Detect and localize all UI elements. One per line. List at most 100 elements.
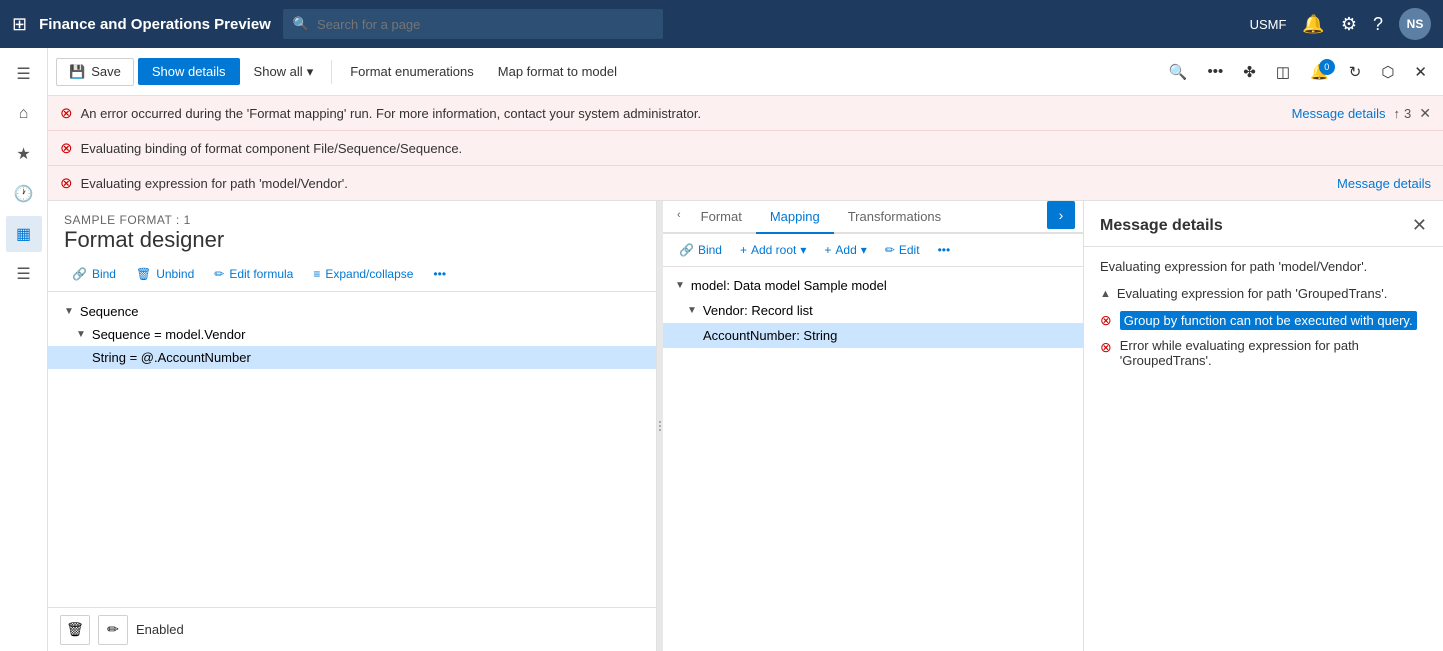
compare-icon[interactable]: ◫ — [1268, 57, 1298, 87]
sidebar-item-menu[interactable]: ☰ — [6, 56, 42, 92]
drag-dots — [659, 421, 661, 431]
sidebar-item-modules[interactable]: ☰ — [6, 256, 42, 292]
help-icon[interactable]: ? — [1373, 14, 1383, 35]
toolbar-icons: 🔍 ••• ✤ ◫ 🔔 0 ↻ ⬡ ✕ — [1161, 57, 1435, 87]
msg-err-icon-1: ⊗ — [1100, 312, 1112, 329]
toolbar-separator-1 — [331, 60, 332, 84]
toolbar: 💾 Save Show details Show all ▾ Format en… — [48, 48, 1443, 96]
error-icon-1: ⊗ — [60, 104, 73, 122]
bind-button[interactable]: 🔗 Bind — [64, 263, 124, 285]
error-bar-1: ⊗ An error occurred during the 'Format m… — [48, 96, 1443, 131]
map-label-model: model: Data model Sample model — [691, 278, 887, 293]
expand-collapse-button[interactable]: ≡ Expand/collapse — [305, 263, 421, 285]
more-map-options[interactable]: ••• — [932, 240, 957, 260]
add-root-button[interactable]: + Add root ▾ — [734, 240, 812, 260]
map-item-vendor[interactable]: ▼ Vendor: Record list — [663, 298, 1083, 323]
plus-icon-root: + — [740, 243, 747, 257]
open-new-icon[interactable]: ⬡ — [1373, 57, 1402, 87]
map-label-vendor: Vendor: Record list — [703, 303, 813, 318]
sidebar-icons: ☰ ⌂ ★ 🕐 ▦ ☰ — [0, 48, 48, 651]
tab-mapping[interactable]: Mapping — [756, 201, 834, 234]
show-details-button[interactable]: Show details — [138, 58, 240, 85]
delete-button[interactable]: 🗑 — [60, 615, 90, 645]
error-count-badge: ↑ 3 — [1394, 106, 1412, 121]
msg-err-text-1: Group by function can not be executed wi… — [1120, 311, 1417, 330]
chevron-root: ▾ — [800, 243, 806, 257]
message-panel: Message details ✕ Evaluating expression … — [1083, 201, 1443, 651]
main-layout: ☰ ⌂ ★ 🕐 ▦ ☰ 💾 Save Show details Show all… — [0, 48, 1443, 651]
notification-count: 0 — [1319, 59, 1335, 75]
message-details-link-1[interactable]: Message details — [1292, 106, 1386, 121]
edit-formula-button[interactable]: ✏ Edit formula — [206, 263, 301, 285]
bell-icon[interactable]: 🔔 — [1302, 14, 1324, 35]
tree-label-string: String = @.AccountNumber — [92, 350, 251, 365]
tree-item-string[interactable]: String = @.AccountNumber — [48, 346, 656, 369]
sidebar-item-favorites[interactable]: ★ — [6, 136, 42, 172]
search-toolbar-icon[interactable]: 🔍 — [1161, 57, 1196, 87]
chevron-add: ▾ — [861, 243, 867, 257]
avatar[interactable]: NS — [1399, 8, 1431, 40]
more-options-icon[interactable]: ••• — [1200, 57, 1232, 86]
tab-transformations[interactable]: Transformations — [834, 201, 955, 234]
sidebar-item-home[interactable]: ⌂ — [6, 96, 42, 132]
tree-arrow-1: ▼ — [76, 329, 86, 340]
mapping-tabs: ‹ Format Mapping Transformations › — [663, 201, 1083, 234]
refresh-icon[interactable]: ↻ — [1341, 57, 1370, 87]
mapping-panel: ‹ Format Mapping Transformations › 🔗 — [663, 201, 1083, 651]
tab-back-arrow[interactable]: ‹ — [671, 201, 687, 232]
unbind-button[interactable]: 🗑 Unbind — [128, 263, 202, 285]
map-format-button[interactable]: Map format to model — [488, 58, 627, 85]
tab-format[interactable]: Format — [687, 201, 756, 234]
app-title: Finance and Operations Preview — [39, 16, 271, 33]
grid-icon[interactable]: ⊞ — [12, 14, 27, 35]
nav-right: USMF 🔔 ⚙ ? NS — [1250, 8, 1431, 40]
msg-section-title: Evaluating expression for path 'GroupedT… — [1117, 286, 1387, 301]
crossref-icon[interactable]: ✤ — [1235, 57, 1264, 87]
tree-label-sequence: Sequence — [80, 304, 139, 319]
tab-next-button[interactable]: › — [1047, 201, 1075, 229]
map-label-account: AccountNumber: String — [703, 328, 837, 343]
map-bind-button[interactable]: 🔗 Bind — [673, 240, 728, 260]
top-nav: ⊞ Finance and Operations Preview 🔍 USMF … — [0, 0, 1443, 48]
edit-map-button[interactable]: ✏ Edit — [879, 240, 926, 260]
chevron-down-icon: ▾ — [307, 64, 314, 80]
sidebar-item-workspaces[interactable]: ▦ — [6, 216, 42, 252]
search-input[interactable] — [317, 17, 653, 32]
settings-icon[interactable]: ⚙ — [1341, 14, 1357, 35]
tree-item-sequence[interactable]: ▼ Sequence — [48, 300, 656, 323]
show-all-button[interactable]: Show all ▾ — [244, 58, 324, 86]
close-icon[interactable]: ✕ — [1406, 57, 1435, 87]
error-text-1: An error occurred during the 'Format map… — [81, 106, 1284, 121]
msg-section-header[interactable]: ▲ Evaluating expression for path 'Groupe… — [1100, 286, 1427, 301]
notification-wrapper: 🔔 0 — [1302, 57, 1337, 87]
tree-label-sequence-vendor: Sequence = model.Vendor — [92, 327, 246, 342]
message-panel-header: Message details ✕ — [1084, 201, 1443, 247]
msg-err-text-2: Error while evaluating expression for pa… — [1120, 338, 1427, 368]
expand-icon: ≡ — [313, 267, 320, 281]
enabled-label: Enabled — [136, 622, 184, 637]
region-label: USMF — [1250, 17, 1287, 32]
format-enumerations-button[interactable]: Format enumerations — [340, 58, 484, 85]
map-arrow-0: ▼ — [675, 280, 685, 291]
error-text-2: Evaluating binding of format component F… — [81, 141, 1431, 156]
link-icon: 🔗 — [72, 267, 87, 281]
message-panel-title: Message details — [1100, 217, 1223, 235]
msg-err-icon-2: ⊗ — [1100, 339, 1112, 356]
add-button[interactable]: + Add ▾ — [818, 240, 872, 260]
plus-icon-add: + — [824, 243, 831, 257]
search-icon: 🔍 — [293, 16, 309, 32]
map-item-model[interactable]: ▼ model: Data model Sample model — [663, 273, 1083, 298]
error-icon-2: ⊗ — [60, 139, 73, 157]
map-item-account[interactable]: AccountNumber: String — [663, 323, 1083, 348]
close-errors-button[interactable]: ✕ — [1419, 105, 1431, 122]
tree-item-sequence-vendor[interactable]: ▼ Sequence = model.Vendor — [48, 323, 656, 346]
message-panel-close-button[interactable]: ✕ — [1412, 215, 1427, 236]
message-details-link-3[interactable]: Message details — [1337, 176, 1431, 191]
msg-error-row-2: ⊗ Error while evaluating expression for … — [1100, 334, 1427, 372]
edit-button[interactable]: ✏ — [98, 615, 128, 645]
map-arrow-1: ▼ — [687, 305, 697, 316]
msg-section: ▲ Evaluating expression for path 'Groupe… — [1100, 286, 1427, 372]
more-format-options[interactable]: ••• — [425, 263, 454, 285]
sidebar-item-recent[interactable]: 🕐 — [6, 176, 42, 212]
save-button[interactable]: 💾 Save — [56, 58, 134, 86]
